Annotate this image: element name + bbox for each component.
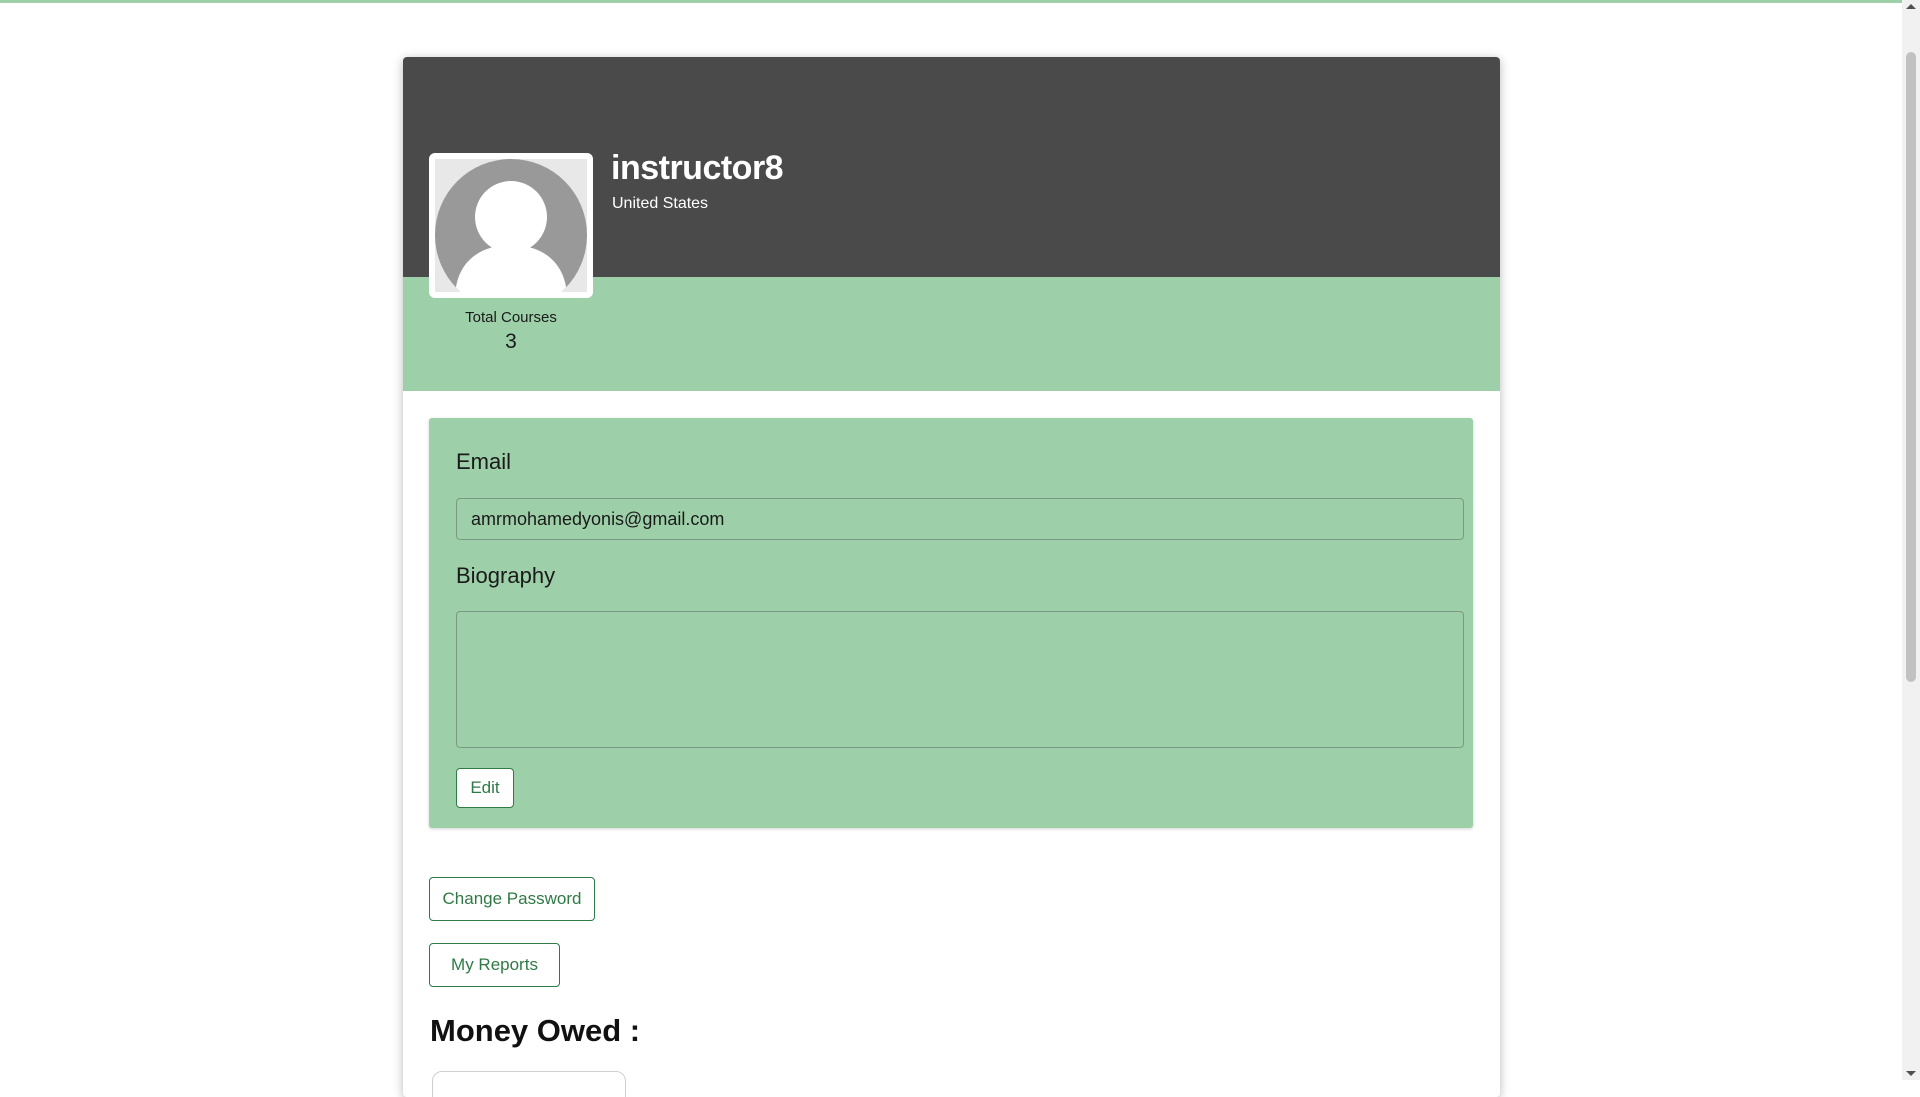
biography-textarea[interactable] (456, 611, 1464, 748)
profile-username: instructor8 (611, 149, 784, 187)
money-owed-card (432, 1071, 626, 1097)
total-courses-stat: Total Courses 3 (429, 309, 593, 354)
scrollbar-thumb[interactable] (1906, 52, 1916, 682)
change-password-button[interactable]: Change Password (429, 877, 595, 921)
avatar (429, 153, 593, 298)
page-scrollbar[interactable] (1902, 0, 1920, 1080)
profile-country: United States (612, 195, 709, 212)
user-silhouette-icon (435, 159, 587, 292)
my-reports-button[interactable]: My Reports (429, 943, 560, 987)
profile-form: Email amrmohamedyonis@gmail.com Biograph… (429, 418, 1473, 828)
total-courses-value: 3 (505, 330, 517, 353)
profile-card: instructor8 United States Total Courses … (403, 57, 1500, 1097)
total-courses-label: Total Courses (465, 309, 557, 326)
edit-button[interactable]: Edit (456, 768, 514, 808)
top-accent-bar (0, 0, 1902, 3)
scroll-up-arrow-icon[interactable] (1906, 4, 1916, 9)
email-label: Email (456, 449, 512, 474)
biography-label: Biography (456, 563, 556, 588)
scroll-down-arrow-icon[interactable] (1906, 1071, 1916, 1076)
money-owed-title: Money Owed : (430, 1013, 641, 1048)
email-field[interactable]: amrmohamedyonis@gmail.com (456, 498, 1464, 540)
